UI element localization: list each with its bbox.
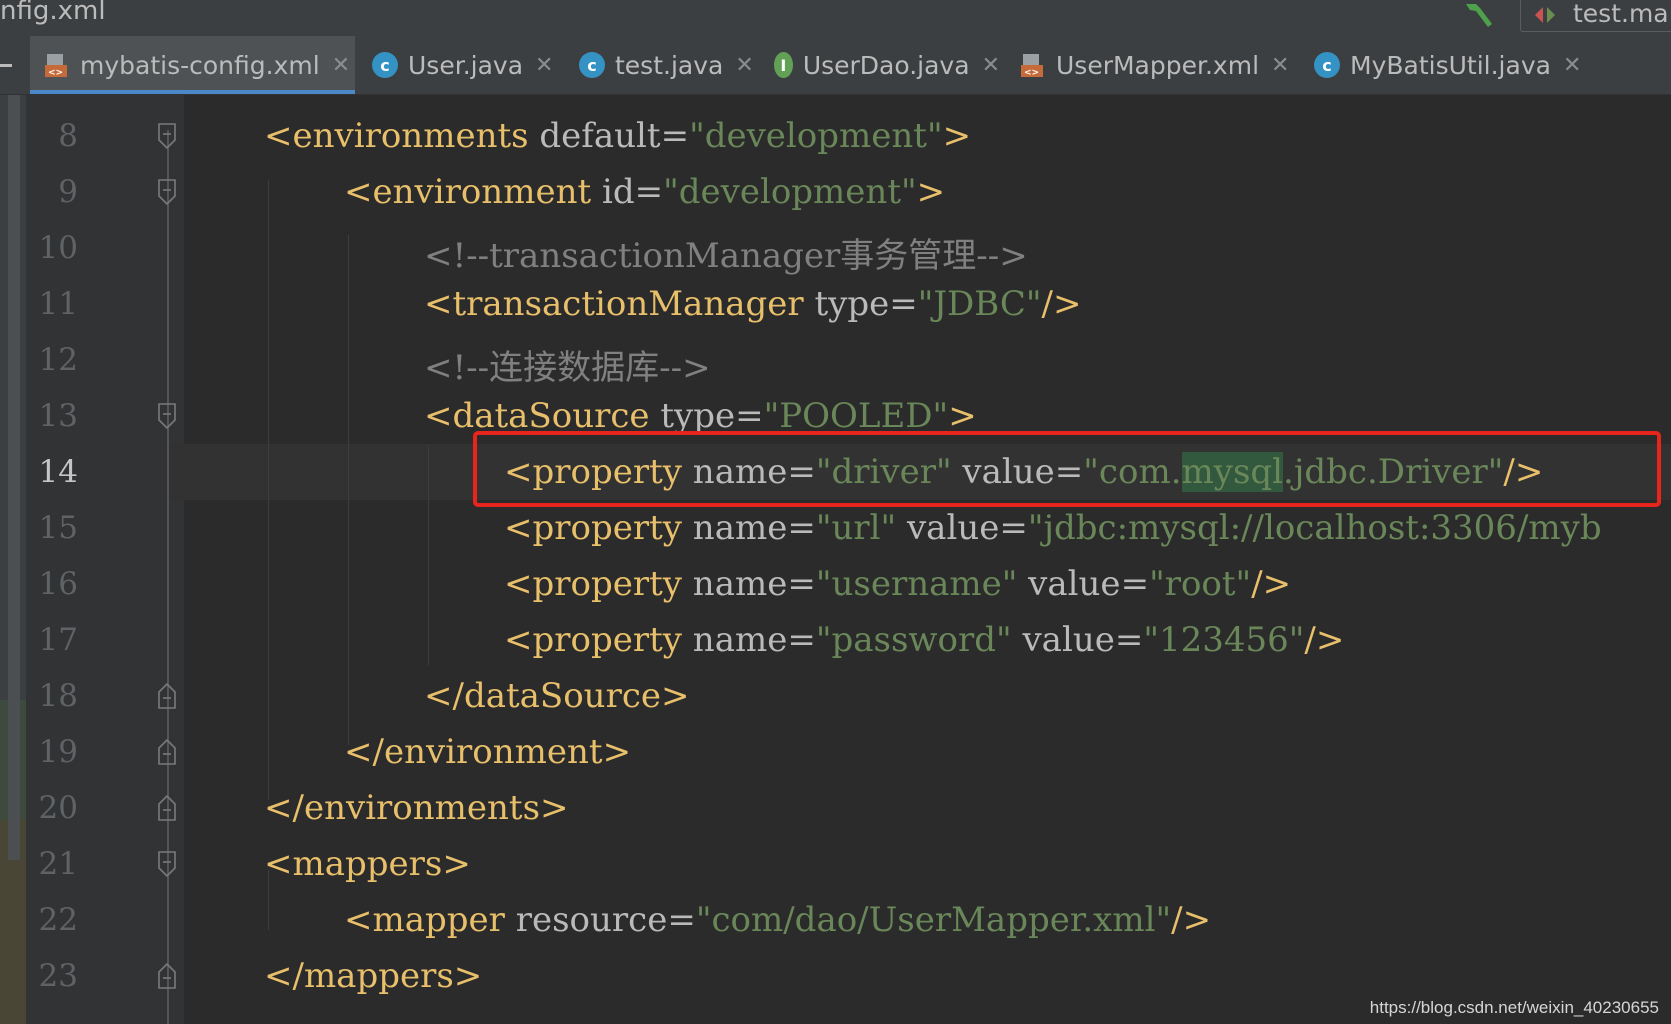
xml-file-icon: <>	[45, 54, 67, 78]
code-text: </dataSource>	[424, 676, 690, 716]
line-number: 17	[38, 622, 78, 658]
fold-close-icon[interactable]	[155, 962, 179, 990]
run-config-icon	[1535, 7, 1555, 23]
code-text: <transactionManager type="JDBC"/>	[424, 284, 1082, 324]
tab-label: UserDao.java	[802, 50, 970, 80]
tab-usermapper-xml[interactable]: <> UserMapper.xml ✕	[1006, 36, 1296, 94]
line-number: 18	[38, 678, 78, 714]
code-text: <mapper resource="com/dao/UserMapper.xml…	[344, 900, 1212, 940]
tab-close-icon[interactable]: ✕	[535, 53, 553, 78]
class-c-icon: c	[1314, 52, 1340, 78]
code-line[interactable]: 16 <property name="username" value="root…	[0, 558, 1671, 614]
tab-mybatis-config[interactable]: <> mybatis-config.xml ✕	[30, 36, 355, 94]
tab-label: User.java	[408, 50, 524, 80]
line-number: 15	[38, 510, 78, 546]
fold-open-icon[interactable]	[155, 178, 179, 206]
svg-text:<>: <>	[1024, 68, 1039, 78]
line-number: 19	[38, 734, 78, 770]
title-bar: nfig.xml test.main	[0, 0, 1671, 36]
highlight-annotation-box	[473, 431, 1661, 507]
tab-overflow-marker	[0, 64, 12, 67]
line-number: 23	[38, 958, 78, 994]
code-line[interactable]: 19 </environment>	[0, 726, 1671, 782]
tab-test-java[interactable]: c test.java ✕	[565, 36, 755, 94]
line-number: 9	[58, 174, 78, 210]
tab-user-java[interactable]: c User.java ✕	[358, 36, 558, 94]
code-text: </mappers>	[264, 956, 483, 996]
editor-tab-bar: <> mybatis-config.xml ✕ c User.java ✕ c …	[0, 36, 1671, 95]
fold-open-icon[interactable]	[155, 402, 179, 430]
code-line[interactable]: 9 <environment id="development">	[0, 166, 1671, 222]
code-line[interactable]: 10 <!--transactionManager事务管理-->	[0, 222, 1671, 278]
line-number: 16	[38, 566, 78, 602]
tab-label: UserMapper.xml	[1056, 50, 1260, 80]
class-c-icon: c	[372, 52, 398, 78]
code-text: <property name="password" value="123456"…	[504, 620, 1345, 660]
tab-close-icon[interactable]: ✕	[735, 53, 753, 78]
fold-open-icon[interactable]	[155, 122, 179, 150]
code-line[interactable]: 21 <mappers>	[0, 838, 1671, 894]
code-text: <environments default="development">	[264, 116, 972, 156]
line-number: 22	[38, 902, 78, 938]
code-text: </environment>	[344, 732, 632, 772]
tab-close-icon[interactable]: ✕	[982, 53, 1000, 78]
tab-userdao-java[interactable]: I UserDao.java ✕	[760, 36, 1000, 94]
tab-label: test.java	[615, 50, 724, 80]
svg-text:<>: <>	[48, 68, 63, 78]
tab-close-icon[interactable]: ✕	[1271, 53, 1289, 78]
line-number: 14	[38, 454, 78, 490]
tab-label: MyBatisUtil.java	[1350, 50, 1551, 80]
code-line[interactable]: 11 <transactionManager type="JDBC"/>	[0, 278, 1671, 334]
fold-close-icon[interactable]	[155, 738, 179, 766]
watermark-url: https://blog.csdn.net/weixin_40230655	[1369, 998, 1659, 1017]
code-text: <property name="username" value="root"/>	[504, 564, 1292, 604]
code-text: <mappers>	[264, 844, 471, 884]
code-line[interactable]: 12 <!--连接数据库-->	[0, 334, 1671, 390]
code-line[interactable]: 8 <environments default="development">	[0, 110, 1671, 166]
line-number: 21	[38, 846, 78, 882]
window-title: nfig.xml	[0, 0, 106, 26]
interface-i-icon: I	[774, 52, 793, 78]
run-config-selector[interactable]: test.main	[1520, 0, 1671, 32]
code-text: <environment id="development">	[344, 172, 946, 212]
code-comment: <!--transactionManager事务管理-->	[424, 236, 1028, 276]
tab-mybatisutil-java[interactable]: c MyBatisUtil.java ✕	[1300, 36, 1600, 94]
code-line[interactable]: 17 <property name="password" value="1234…	[0, 614, 1671, 670]
code-line[interactable]: 20 </environments>	[0, 782, 1671, 838]
fold-open-icon[interactable]	[155, 850, 179, 878]
tab-label: mybatis-config.xml	[80, 50, 320, 80]
code-text: </environments>	[264, 788, 569, 828]
build-hammer-icon[interactable]	[1462, 0, 1496, 28]
line-number: 20	[38, 790, 78, 826]
line-number: 13	[38, 398, 78, 434]
class-c-run-icon: c	[579, 52, 605, 78]
code-text: <property name="url" value="jdbc:mysql:/…	[504, 508, 1602, 548]
line-number: 11	[38, 286, 78, 322]
fold-close-icon[interactable]	[155, 794, 179, 822]
code-line[interactable]: 18 </dataSource>	[0, 670, 1671, 726]
line-number: 8	[58, 118, 78, 154]
line-number: 12	[38, 342, 78, 378]
xml-file-icon: <>	[1021, 54, 1043, 78]
run-config-label: test.main	[1573, 0, 1671, 28]
tab-close-icon[interactable]: ✕	[332, 53, 350, 78]
code-line[interactable]: 22 <mapper resource="com/dao/UserMapper.…	[0, 894, 1671, 950]
tab-close-icon[interactable]: ✕	[1563, 53, 1581, 78]
code-line[interactable]: 15 <property name="url" value="jdbc:mysq…	[0, 502, 1671, 558]
line-number: 10	[38, 230, 78, 266]
fold-close-icon[interactable]	[155, 682, 179, 710]
code-comment: <!--连接数据库-->	[424, 348, 711, 388]
code-text: <dataSource type="POOLED">	[424, 396, 977, 436]
